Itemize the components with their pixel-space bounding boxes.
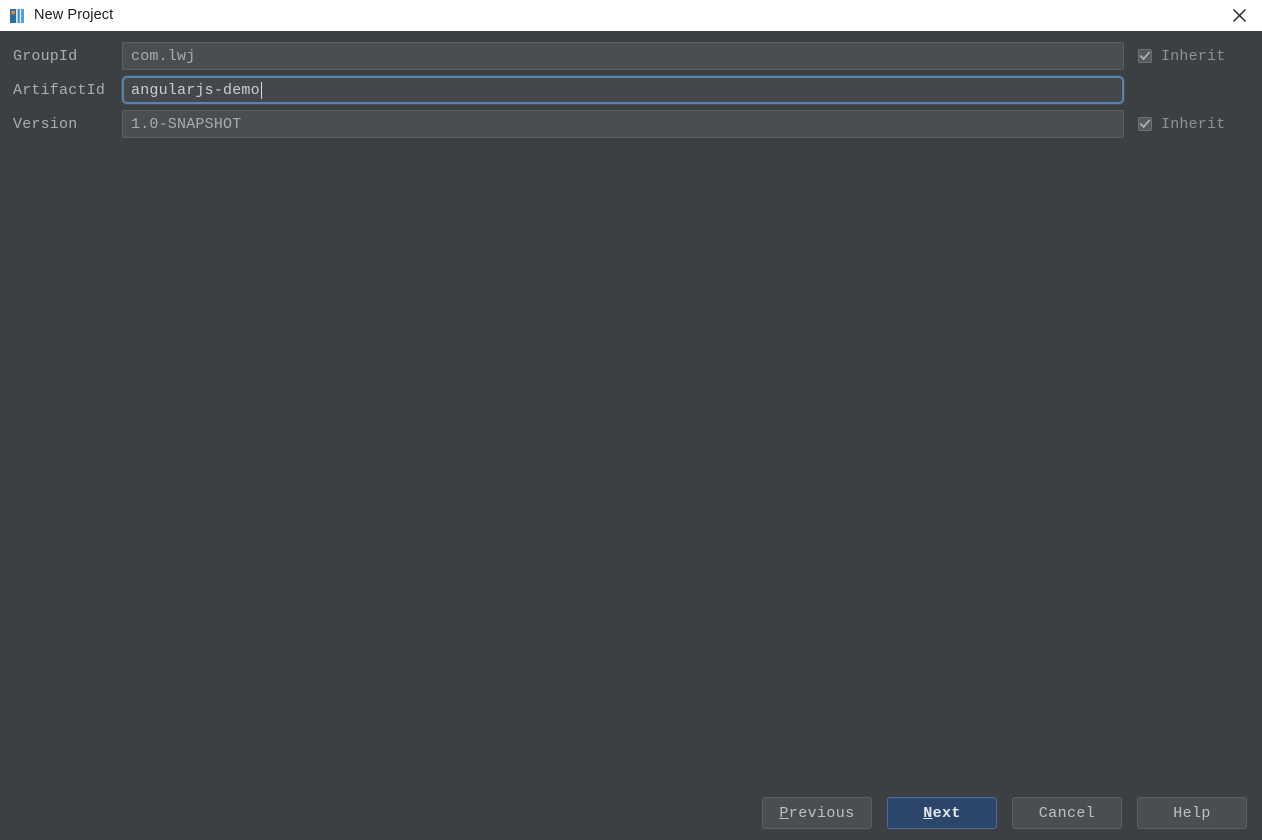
window-title: New Project <box>34 7 114 23</box>
artifactid-value: angularjs-demo <box>131 81 260 99</box>
cancel-button-label: Cancel <box>1038 804 1096 822</box>
artifactid-label: ArtifactId <box>13 81 106 99</box>
dialog-button-bar: Previous Next Cancel Help <box>0 786 1262 840</box>
form-row-artifactid: ArtifactId angularjs-demo <box>0 76 1262 104</box>
help-button-label: Help <box>1173 804 1211 822</box>
groupid-label: GroupId <box>13 47 78 65</box>
checkbox-checked-icon[interactable] <box>1138 117 1152 131</box>
groupid-input[interactable]: com.lwj <box>122 42 1124 70</box>
version-value: 1.0-SNAPSHOT <box>131 115 242 133</box>
form-row-groupid: GroupId com.lwj Inherit <box>0 42 1262 70</box>
groupid-value: com.lwj <box>131 47 196 65</box>
close-icon[interactable] <box>1216 0 1262 31</box>
text-caret <box>260 81 262 99</box>
version-label: Version <box>13 115 78 133</box>
checkbox-checked-icon[interactable] <box>1138 49 1152 63</box>
new-project-dialog: New Project GroupId com.lwj Inherit Arti… <box>0 0 1262 840</box>
next-button[interactable]: Next <box>887 797 997 829</box>
help-button[interactable]: Help <box>1137 797 1247 829</box>
dialog-content: GroupId com.lwj Inherit ArtifactId angul… <box>0 31 1262 840</box>
previous-button-mnemonic: P <box>779 804 789 822</box>
groupid-inherit-group[interactable]: Inherit <box>1138 48 1225 65</box>
version-input[interactable]: 1.0-SNAPSHOT <box>122 110 1124 138</box>
next-button-mnemonic: N <box>923 804 933 822</box>
version-inherit-label: Inherit <box>1161 115 1226 133</box>
version-inherit-group[interactable]: Inherit <box>1138 116 1225 133</box>
next-button-label: ext <box>932 804 961 822</box>
groupid-inherit-label: Inherit <box>1161 47 1226 65</box>
form-row-version: Version 1.0-SNAPSHOT Inherit <box>0 110 1262 138</box>
title-bar: New Project <box>0 0 1262 31</box>
previous-button[interactable]: Previous <box>762 797 872 829</box>
previous-button-label: revious <box>788 804 855 822</box>
artifactid-input[interactable]: angularjs-demo <box>122 76 1124 104</box>
intellij-idea-logo-icon <box>9 8 25 24</box>
cancel-button[interactable]: Cancel <box>1012 797 1122 829</box>
